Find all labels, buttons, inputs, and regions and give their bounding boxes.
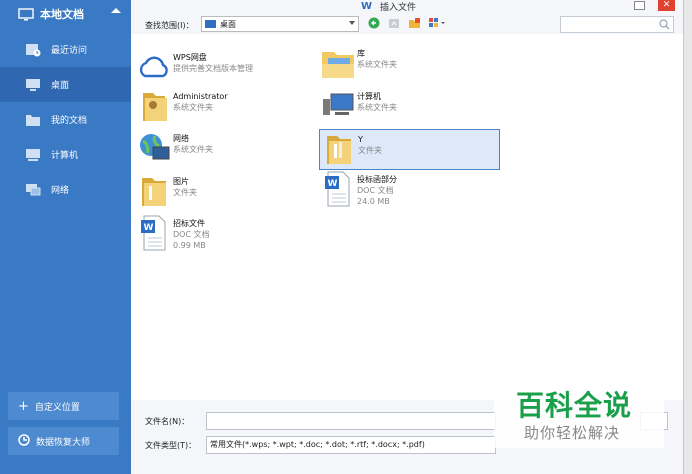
toolbar: 查找范围(I)： 桌面	[131, 14, 683, 34]
look-in-value: 桌面	[220, 19, 236, 29]
file-item-network[interactable]: 网络 系统文件夹	[135, 129, 313, 169]
wps-writer-icon: W	[361, 1, 373, 12]
desktop-icon	[25, 78, 41, 92]
computer-icon	[25, 148, 41, 162]
doc-icon: W	[135, 214, 173, 252]
sidebar-item-desktop[interactable]: 桌面	[0, 67, 131, 102]
file-type: 文件夹	[358, 146, 382, 155]
folder-icon	[25, 113, 41, 127]
data-recovery-button[interactable]: 数据恢复大师	[8, 427, 119, 455]
network-icon	[25, 183, 41, 197]
file-name: 招标文件	[173, 219, 205, 228]
up-folder-button[interactable]	[387, 16, 401, 30]
maximize-button[interactable]	[634, 1, 645, 10]
filetype-select[interactable]: 常用文件(*.wps; *.wpt; *.doc; *.dot; *.rtf; …	[206, 436, 496, 454]
sidebar-item-label: 我的文档	[51, 116, 88, 126]
recovery-icon	[18, 433, 30, 449]
file-type: 文件夹	[173, 188, 197, 197]
file-size: 24.0 MB	[357, 197, 390, 206]
plus-icon: +	[18, 398, 29, 414]
file-item-bid-letter[interactable]: W 投标函部分 DOC 文档 24.0 MB	[319, 170, 497, 216]
new-folder-icon	[408, 18, 420, 28]
back-button[interactable]	[367, 16, 381, 30]
cloud-icon	[135, 48, 173, 86]
filename-label: 文件名(N)：	[145, 417, 190, 426]
new-folder-button[interactable]	[407, 16, 421, 30]
back-arrow-icon	[368, 17, 380, 29]
file-item-computer[interactable]: 计算机 系统文件夹	[319, 87, 497, 127]
doc-icon: W	[319, 170, 357, 208]
recent-icon	[25, 43, 41, 57]
file-list: WPS网盘提供完善文档版本管理 库系统文件夹 Administrator 系统文件…	[131, 34, 683, 400]
file-name: WPS网盘	[173, 53, 207, 62]
library-icon	[319, 44, 357, 82]
file-name: Administrator	[173, 92, 228, 101]
file-type: DOC 文档	[173, 230, 210, 239]
sidebar-item-label: 网络	[51, 186, 70, 196]
file-item-administrator[interactable]: Administrator 系统文件夹	[135, 87, 313, 127]
file-item-wps-cloud[interactable]: WPS网盘提供完善文档版本管理	[135, 48, 313, 88]
search-box[interactable]	[560, 16, 674, 33]
watermark-title: 百科全说	[516, 389, 633, 422]
sidebar-item-my-documents[interactable]: 我的文档	[0, 102, 131, 137]
search-icon[interactable]	[659, 19, 670, 30]
svg-text:W: W	[328, 179, 338, 189]
custom-location-label: 自定义位置	[34, 402, 80, 413]
custom-location-button[interactable]: + 自定义位置	[8, 392, 119, 420]
search-input[interactable]	[561, 17, 655, 32]
filetype-label: 文件类型(T)：	[145, 441, 197, 450]
file-item-pictures[interactable]: 图片 文件夹	[135, 172, 313, 212]
folder-icon	[135, 172, 173, 210]
file-item-library[interactable]: 库系统文件夹	[319, 44, 497, 84]
file-type: DOC 文档	[357, 186, 394, 195]
file-name: 网络	[173, 134, 189, 143]
file-type: 系统文件夹	[173, 145, 213, 154]
title-bar: W 插入文件 ✕	[131, 0, 683, 14]
data-recovery-label: 数据恢复大师	[36, 437, 91, 448]
sidebar: 本地文档 最近访问 桌面 我的文档 计算机 网络 + 自定义位置 数据恢复大师	[0, 0, 131, 474]
window-edge	[683, 0, 692, 474]
network-globe-icon	[135, 129, 173, 167]
file-item-tender-doc[interactable]: W 招标文件 DOC 文档 0.99 MB	[135, 214, 313, 260]
file-name: 计算机	[357, 92, 381, 101]
look-in-select[interactable]: 桌面	[201, 16, 359, 32]
file-name: 图片	[173, 177, 189, 186]
file-item-y[interactable]: Y 文件夹	[319, 129, 500, 170]
watermark-subtitle: 助你轻松解决	[524, 424, 621, 442]
file-name: 库	[357, 49, 365, 58]
dialog-title-text: 插入文件	[380, 3, 417, 13]
file-name: Y	[358, 135, 363, 144]
view-menu-button[interactable]	[427, 16, 447, 30]
sidebar-item-computer[interactable]: 计算机	[0, 137, 131, 172]
chevron-down-icon	[349, 21, 355, 25]
close-button[interactable]: ✕	[658, 0, 675, 11]
filename-input[interactable]	[206, 412, 496, 430]
monitor-icon	[18, 7, 34, 20]
user-folder-icon	[135, 87, 173, 125]
dialog-title: W 插入文件	[361, 0, 416, 13]
up-folder-icon	[389, 19, 399, 28]
file-size: 0.99 MB	[173, 241, 206, 250]
grid-view-icon	[429, 18, 445, 27]
file-type: 系统文件夹	[357, 103, 397, 112]
watermark: 百科全说 助你轻松解决	[494, 380, 664, 448]
sidebar-item-label: 桌面	[51, 81, 70, 91]
look-in-label: 查找范围(I)：	[145, 21, 194, 30]
file-name: 投标函部分	[357, 175, 397, 184]
svg-text:W: W	[144, 223, 154, 233]
computer-icon	[319, 87, 357, 125]
collapse-icon[interactable]	[111, 8, 121, 13]
file-type: 系统文件夹	[173, 103, 213, 112]
sidebar-title: 本地文档	[40, 8, 84, 21]
file-type: 提供完善文档版本管理	[173, 64, 253, 73]
sidebar-item-recent[interactable]: 最近访问	[0, 32, 131, 67]
folder-icon	[320, 130, 358, 168]
file-type: 系统文件夹	[357, 60, 397, 69]
sidebar-item-label: 计算机	[51, 151, 79, 161]
sidebar-item-label: 最近访问	[51, 46, 88, 56]
sidebar-header[interactable]: 本地文档	[0, 0, 131, 28]
sidebar-item-network[interactable]: 网络	[0, 172, 131, 207]
desktop-icon	[205, 20, 216, 28]
